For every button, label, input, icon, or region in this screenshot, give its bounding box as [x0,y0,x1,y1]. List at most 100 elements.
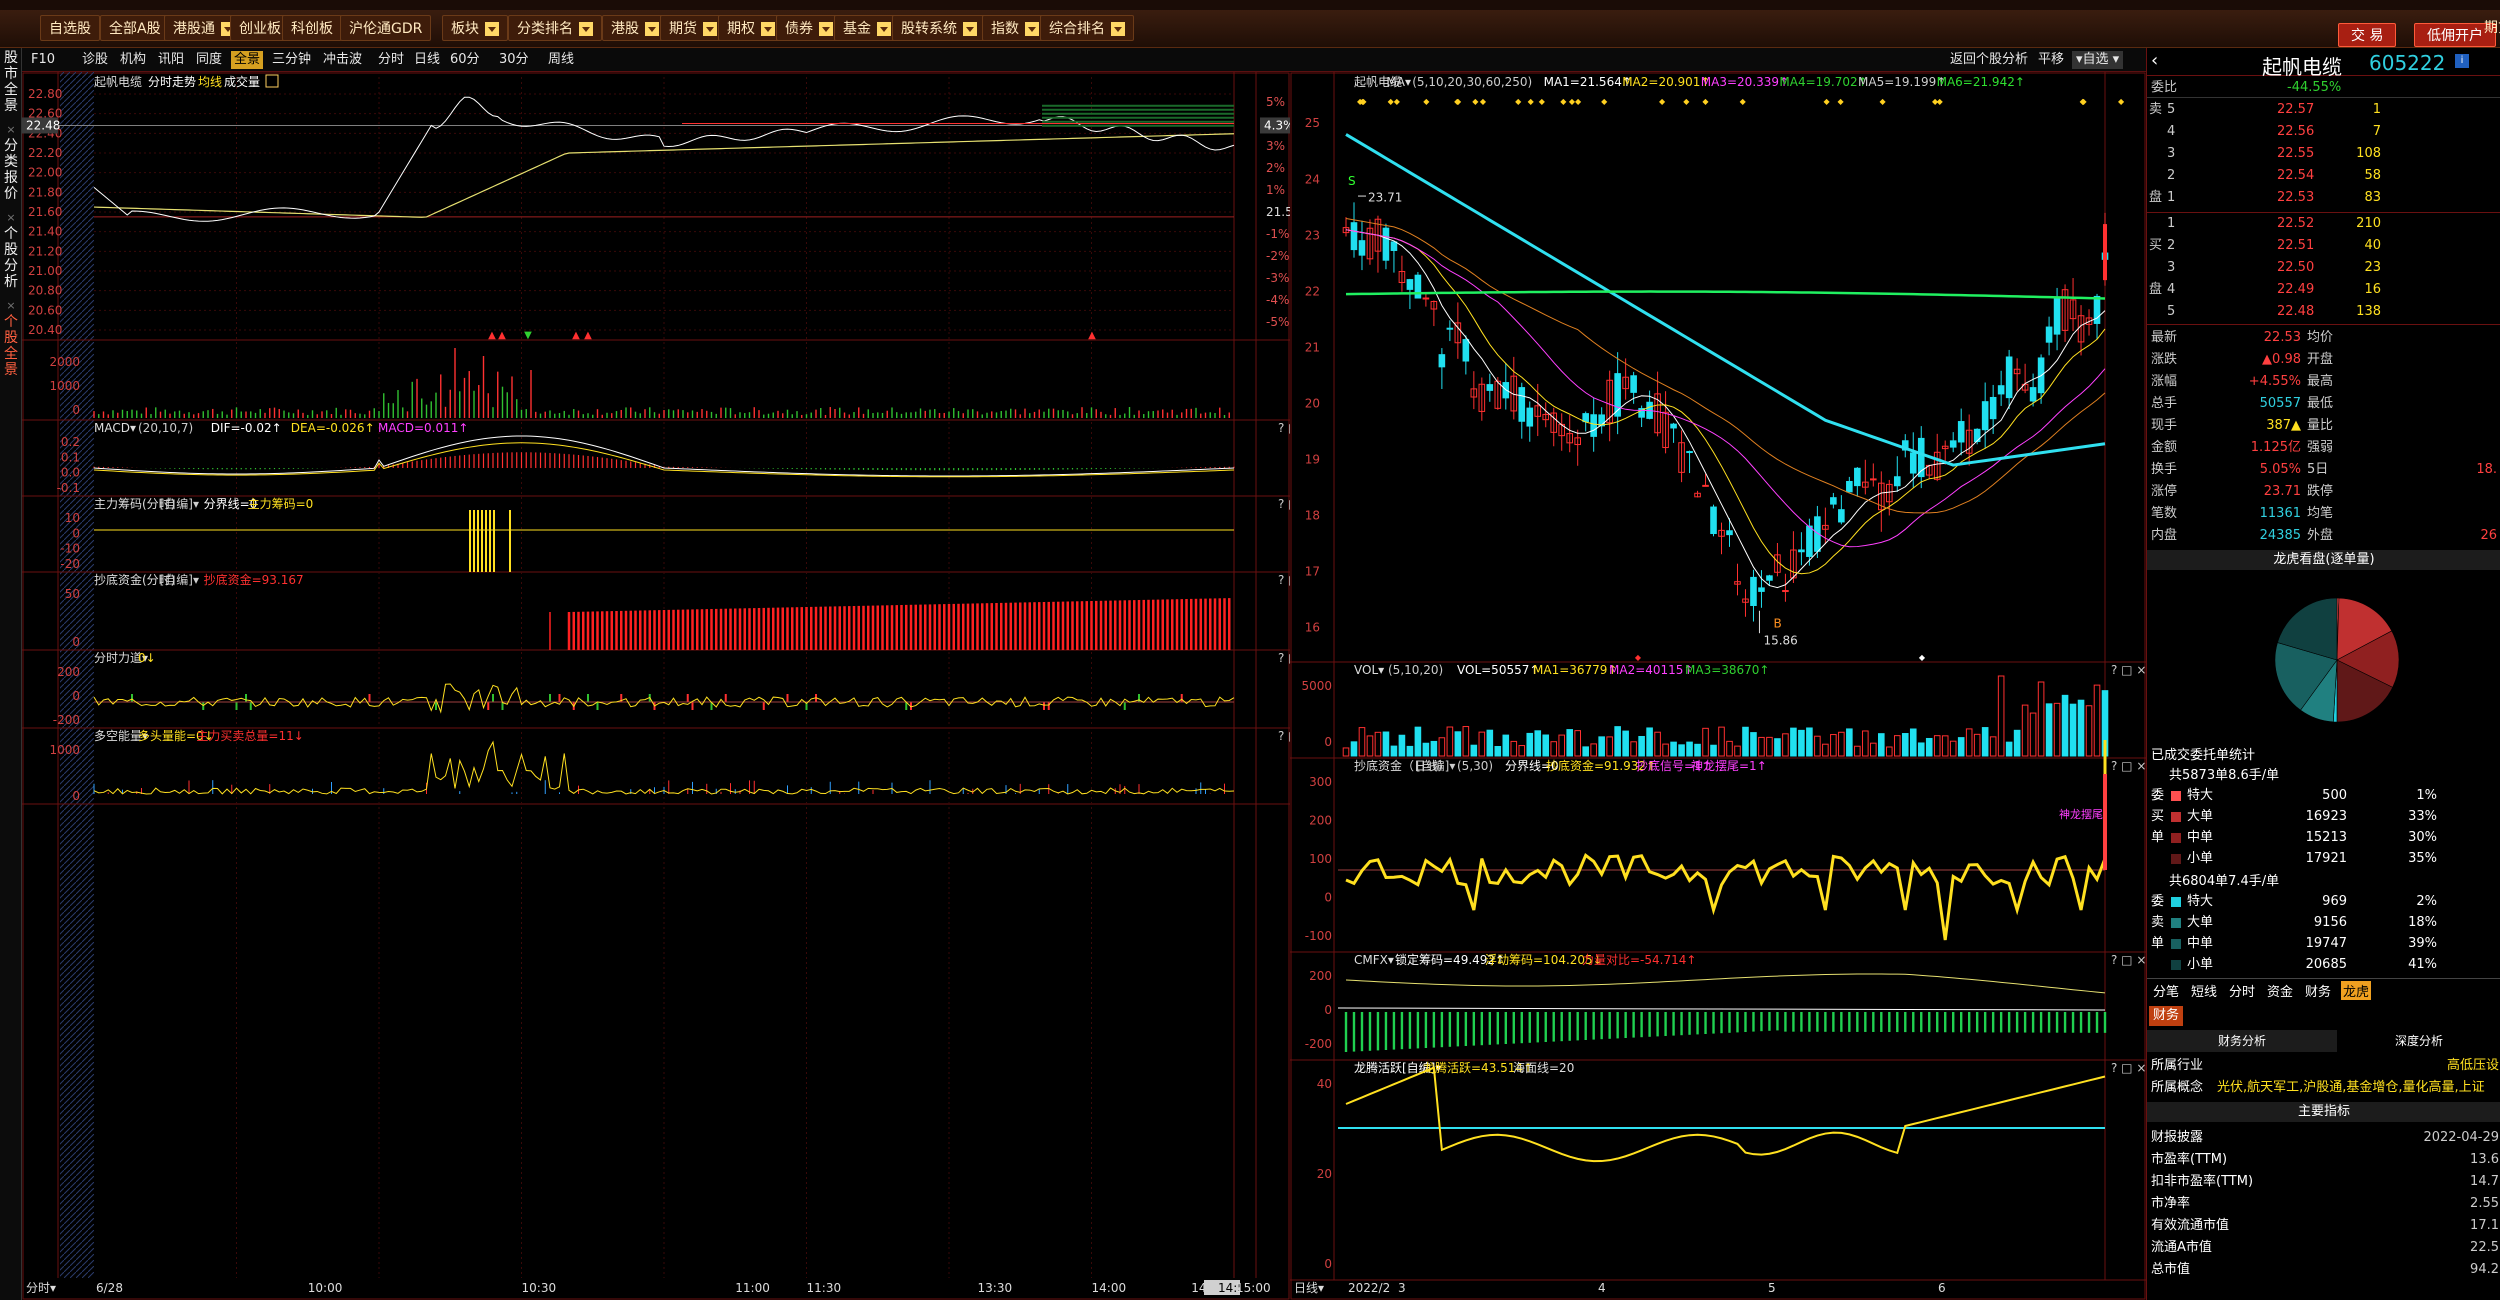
close-icon[interactable]: × [2,122,20,138]
pan-button[interactable]: 平移 [2038,51,2064,69]
ind-tick: 1000 [49,743,80,757]
indicator-label: MACD▾ [94,421,136,435]
menu-8[interactable]: 港股 [602,15,668,41]
menu-13[interactable]: 股转系统 [892,15,986,41]
tool-1[interactable]: 诊股 [79,51,111,69]
more-menu[interactable]: 期货 [2480,15,2500,41]
leftnav-tab-1[interactable]: × 分类报价 [2,122,20,202]
menu-3[interactable]: 创业板 [230,15,290,41]
orderbook-row[interactable]: 盘 4 22.49 16 [2147,280,2500,300]
vol-bar [1702,727,1709,757]
period-4[interactable]: 周线 [545,51,577,69]
trade-button[interactable]: 交 易 [2338,23,2397,47]
done-title: 已成交委托单统计 [2151,748,2256,763]
orderbook-row[interactable]: 卖 5 22.57 1 [2147,100,2500,120]
candle [1766,575,1773,581]
intraday-chart[interactable]: 起帆电缆分时走势均线成交量22.8022.6022.4022.2022.0021… [22,72,1290,1300]
menu-12[interactable]: 基金 [834,15,900,41]
info-icon[interactable]: i [2455,54,2469,68]
bottom-tab-0[interactable]: 分笔 [2151,981,2181,1000]
leftnav-tab-0[interactable]: 股市全景 [2,50,20,114]
orderbook-row[interactable]: 5 22.48 138 [2147,302,2500,322]
bottom-tab-4[interactable]: 财务 [2303,981,2333,1000]
vol-bar [1854,745,1861,757]
signal-diamond: ◆ [2081,97,2088,106]
orderbook-row[interactable]: 盘 1 22.53 83 [2147,188,2500,208]
dropdown-icon[interactable] [265,74,279,88]
bottom-tab-5[interactable]: 龙虎 [2341,981,2372,1000]
size-vol: 9156 [2313,915,2347,930]
side-label: 盘 [2149,282,2163,297]
level-vol: 210 [2356,216,2381,231]
close-icon[interactable]: × [2,210,20,226]
menu-9[interactable]: 期货 [660,15,726,41]
orderbook-row[interactable]: 1 22.52 210 [2147,214,2500,234]
fin-tab[interactable]: 财务 [2149,1006,2184,1026]
signal-diamond: ◆ [1423,97,1430,106]
stat-val: 387▲ [2266,418,2301,433]
orderbook-row[interactable]: 4 22.56 7 [2147,122,2500,142]
period-2[interactable]: 60分 [447,51,483,69]
size-swatch [2171,812,2181,822]
leftnav-tab-3[interactable]: × 个股全景 [2,298,20,378]
back-analysis-button[interactable]: 返回个股分析 [1950,51,2028,69]
tab-trend: 分时走势 [148,75,196,89]
time-tick: 2022/2 [1348,1281,1390,1295]
lhb-title: 龙虎看盘(逐单量) [2147,550,2500,570]
orderbook-row[interactable]: 2 22.54 58 [2147,166,2500,186]
menu-14[interactable]: 指数 [982,15,1048,41]
left-vertical-nav: 股市全景 × 分类报价 × 个股分析 × 个股全景 [0,48,22,1300]
signal-diamond: ◆ [1823,97,1830,106]
vol-bar [1374,731,1382,757]
tool-6[interactable]: 三分钟 [269,51,314,69]
orderbook-row[interactable]: 3 22.50 23 [2147,258,2500,278]
tool-4[interactable]: 同度 [193,51,225,69]
period-1[interactable]: 日线 [411,51,443,69]
menu-4[interactable]: 科创板 [282,15,342,41]
size-swatch [2171,854,2181,864]
stat-label2: 开盘 [2307,352,2334,367]
stat-row: 笔数 11361 均笔 [2147,504,2500,524]
close-icon[interactable]: × [2,298,20,314]
leftnav-tab-2[interactable]: × 个股分析 [2,210,20,290]
vol-bar [1893,735,1901,757]
period-0[interactable]: 分时 [375,51,407,69]
tool-7[interactable]: 冲击波 [320,51,365,69]
tool-3[interactable]: 讯阳 [155,51,187,69]
menu-7[interactable]: 分类排名 [508,15,602,41]
fin-row: 流通A市值 22.5 [2147,1238,2500,1258]
ind-tick: 100 [1309,852,1332,866]
bottom-tab-3[interactable]: 资金 [2265,981,2295,1000]
fin-sub-0[interactable]: 财务分析 [2147,1030,2337,1052]
back-icon[interactable]: ‹ [2151,50,2158,71]
price-tick: 21.60 [28,205,62,219]
vol-bar [1973,733,1981,757]
watchlist-select[interactable]: ▾自选 ▾ [2072,51,2124,69]
vol-bar [1957,737,1965,757]
menu-15[interactable]: 综合排名 [1040,15,1134,41]
tool-0[interactable]: F10 [28,51,58,69]
menu-5[interactable]: 沪伦通GDR [340,15,432,41]
tool-5[interactable]: 全景 [231,51,264,69]
menu-11[interactable]: 债券 [776,15,842,41]
period-3[interactable]: 30分 [496,51,532,69]
bottom-tab-1[interactable]: 短线 [2189,981,2219,1000]
fin-sub-1[interactable]: 深度分析 [2337,1030,2500,1052]
time-tick: 5 [1768,1281,1776,1295]
vol-bar [1478,731,1486,757]
vol-bar [1662,743,1669,757]
menu-10[interactable]: 期权 [718,15,784,41]
tool-2[interactable]: 机构 [117,51,149,69]
orderbook-row[interactable]: 买 2 22.51 40 [2147,236,2500,256]
orderbook-row[interactable]: 3 22.55 108 [2147,144,2500,164]
menu-0[interactable]: 自选股 [40,15,100,41]
menu-1[interactable]: 全部A股 [100,15,170,41]
candle [1630,375,1637,393]
bottom-tab-2[interactable]: 分时 [2227,981,2257,1000]
menu-6[interactable]: 板块 [442,15,508,41]
chevron-down-icon [645,22,659,36]
level-vol: 58 [2364,168,2381,183]
daily-kline-chart[interactable]: 起帆电缆MA▾ (5,10,20,30,60,250) MA1=21.564↑MA2… [1290,72,2146,1300]
chevron-down-icon [579,22,593,36]
ind-tick: -200 [53,713,80,727]
